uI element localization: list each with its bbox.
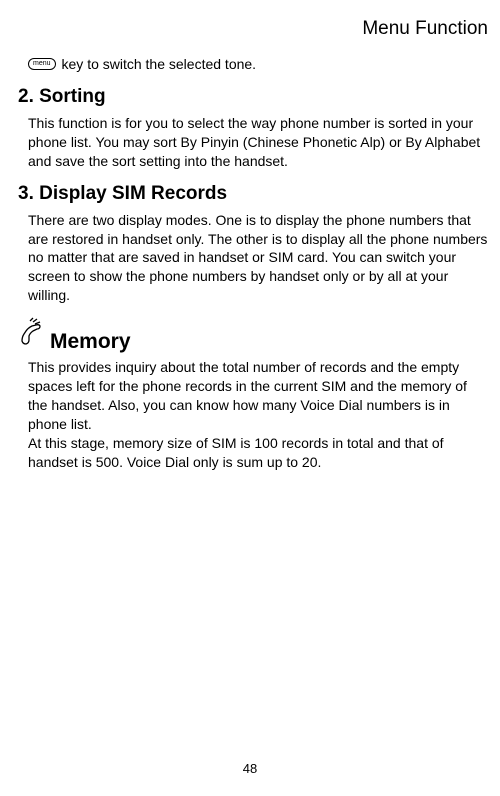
menu-key-text: key to switch the selected tone. (62, 56, 257, 72)
display-sim-body: There are two display modes. One is to d… (28, 211, 488, 305)
phone-icon (18, 317, 44, 352)
page-number: 48 (0, 761, 500, 776)
page-header: Menu Function (10, 18, 490, 40)
sorting-title: 2. Sorting (18, 86, 490, 108)
memory-body-1: This provides inquiry about the total nu… (28, 358, 488, 434)
memory-heading: Memory (18, 317, 490, 354)
menu-key-icon: menu (28, 58, 56, 70)
sorting-body: This function is for you to select the w… (28, 114, 488, 171)
memory-title: Memory (50, 330, 131, 354)
menu-key-line: menu key to switch the selected tone. (28, 56, 490, 72)
display-sim-title: 3. Display SIM Records (18, 183, 490, 205)
memory-body-2: At this stage, memory size of SIM is 100… (28, 434, 488, 472)
